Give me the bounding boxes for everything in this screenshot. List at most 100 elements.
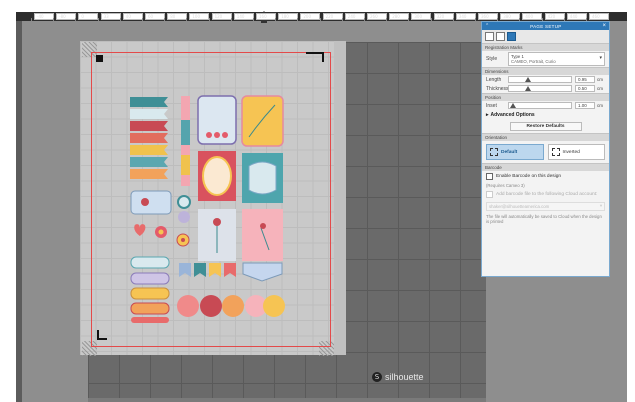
ruler-label: 440 <box>566 13 587 20</box>
ruler-label: 140 <box>233 13 254 20</box>
ruler-tick <box>53 18 55 21</box>
ruler-label: 300 <box>411 13 432 20</box>
silhouette-wordmark: silhouette <box>385 372 424 382</box>
orientation-options: Default Inverted <box>482 141 609 163</box>
ruler-label: 160 <box>256 13 276 20</box>
banner-stack[interactable] <box>128 95 173 190</box>
section-barcode: Barcode <box>482 163 609 171</box>
thickness-slider[interactable] <box>508 85 572 92</box>
silhouette-logo: S silhouette <box>372 372 424 382</box>
style-subvalue: CAMEO, Portrait, Curio <box>511 59 556 64</box>
circle-tags[interactable] <box>177 195 192 225</box>
ruler-label: 340 <box>455 13 476 20</box>
medallion-circles[interactable] <box>175 293 287 320</box>
inset-slider[interactable] <box>508 102 572 109</box>
restore-defaults-button[interactable]: Restore Defaults <box>509 122 582 131</box>
cloud-account-select[interactable]: shaker@silhouetteamerica.com ▾ <box>486 202 605 211</box>
oval-frame-card[interactable] <box>197 150 237 202</box>
ruler-tick <box>364 18 365 21</box>
ruler-tick <box>208 18 210 21</box>
section-dimensions: Dimensions <box>482 67 609 75</box>
ruler-tick <box>408 18 410 21</box>
length-input[interactable]: 0.95 <box>575 76 595 83</box>
orientation-default-button[interactable]: Default <box>486 144 544 160</box>
patterned-card-flower[interactable] <box>197 208 237 262</box>
label-stack[interactable] <box>130 255 174 325</box>
orientation-default-label: Default <box>501 149 518 155</box>
length-label: Length <box>486 76 502 83</box>
ruler-label: 420 <box>544 13 565 20</box>
ruler-label: 80 <box>167 13 188 20</box>
ruler-tick <box>475 18 476 21</box>
tab-page-icon[interactable] <box>485 32 494 41</box>
ruler-label: 60 <box>145 13 165 20</box>
ruler-label: 280 <box>389 13 410 20</box>
advanced-options-toggle[interactable]: ▸ Advanced Options <box>482 110 609 120</box>
tag-light-blue[interactable] <box>130 190 172 215</box>
orientation-inverted-icon <box>551 148 560 156</box>
enable-barcode-box[interactable] <box>486 173 493 180</box>
ruler-label: 180 <box>278 13 299 20</box>
length-slider[interactable] <box>508 76 572 83</box>
inset-input[interactable]: 1.00 <box>575 102 595 109</box>
registration-mark-corner-bottom-left <box>97 330 107 340</box>
panel-tabs <box>482 30 609 43</box>
scallop-frame-card[interactable] <box>241 152 284 204</box>
ruler-label: 220 <box>322 13 343 20</box>
pin-circle[interactable] <box>176 232 191 254</box>
enable-barcode-checkbox[interactable]: Enable Barcode on this design <box>482 171 609 182</box>
journal-card-yellow[interactable] <box>241 95 284 147</box>
section-position: Position <box>482 93 609 101</box>
add-barcode-cloud-checkbox[interactable]: Add barcode file to the following Cloud … <box>482 189 609 200</box>
enable-barcode-label: Enable Barcode on this design <box>496 174 562 179</box>
ruler-label: 260 <box>367 13 387 20</box>
banner-strip <box>130 97 168 179</box>
tab-registration-icon[interactable] <box>507 32 516 41</box>
thickness-unit: cm <box>597 86 603 91</box>
ruler-tick <box>142 18 143 21</box>
orientation-inverted-button[interactable]: Inverted <box>547 144 605 160</box>
journal-card-blue[interactable] <box>197 95 237 145</box>
inset-label: Inset <box>486 102 497 109</box>
washi-tape-strip[interactable] <box>180 95 192 190</box>
ruler-label: 33 <box>100 13 121 20</box>
cutting-mat-edge <box>88 398 486 402</box>
pink-card-floral[interactable] <box>241 208 284 262</box>
add-barcode-cloud-box[interactable] <box>486 191 493 198</box>
section-orientation: Orientation <box>482 133 609 141</box>
panel-title: PAGE SETUP <box>530 23 562 29</box>
thickness-input[interactable]: 0.50 <box>575 85 595 92</box>
ruler-label: -80 <box>56 13 77 20</box>
expand-arrow-icon: ▸ <box>486 112 489 118</box>
ruler-tick <box>31 18 32 21</box>
thickness-label: Thickness <box>486 85 509 92</box>
ruler-label: 360 <box>478 13 498 20</box>
thickness-row: Thickness 0.50 cm <box>482 84 609 93</box>
ruler-tick <box>97 18 99 21</box>
registration-mark-square <box>96 55 103 62</box>
ruler-label: 0 <box>78 13 99 20</box>
ruler-label: 400 <box>522 13 543 20</box>
orientation-inverted-label: Inverted <box>562 149 580 155</box>
ruler-tick <box>164 18 166 21</box>
inset-row: Inset 1.00 cm <box>482 101 609 110</box>
close-icon[interactable]: × <box>602 22 606 30</box>
heart-flower-icons[interactable] <box>134 220 174 250</box>
ruler-label: 320 <box>433 13 454 20</box>
bunting-banner[interactable] <box>242 262 284 282</box>
cloud-account-value: shaker@silhouetteamerica.com <box>489 204 550 209</box>
chevron-down-icon: ▾ <box>599 55 602 61</box>
tab-grid-icon[interactable] <box>496 32 505 41</box>
ruler-tick <box>275 18 277 21</box>
cloud-save-note: The file will automatically be saved to … <box>486 214 602 224</box>
length-unit: cm <box>597 77 603 82</box>
pennant-flags[interactable] <box>178 262 242 280</box>
add-barcode-cloud-label: Add barcode file to the following Cloud … <box>496 192 598 197</box>
ruler-label: 200 <box>300 13 321 20</box>
length-row: Length 0.95 cm <box>482 75 609 84</box>
style-select[interactable]: Type 1 CAMEO, Portrait, Curio ▾ <box>508 52 605 66</box>
chevron-down-icon: ▾ <box>599 203 602 208</box>
ruler-label: 460 <box>589 13 609 20</box>
advanced-options-label: Advanced Options <box>490 112 535 118</box>
ruler-label: 380 <box>500 13 521 20</box>
